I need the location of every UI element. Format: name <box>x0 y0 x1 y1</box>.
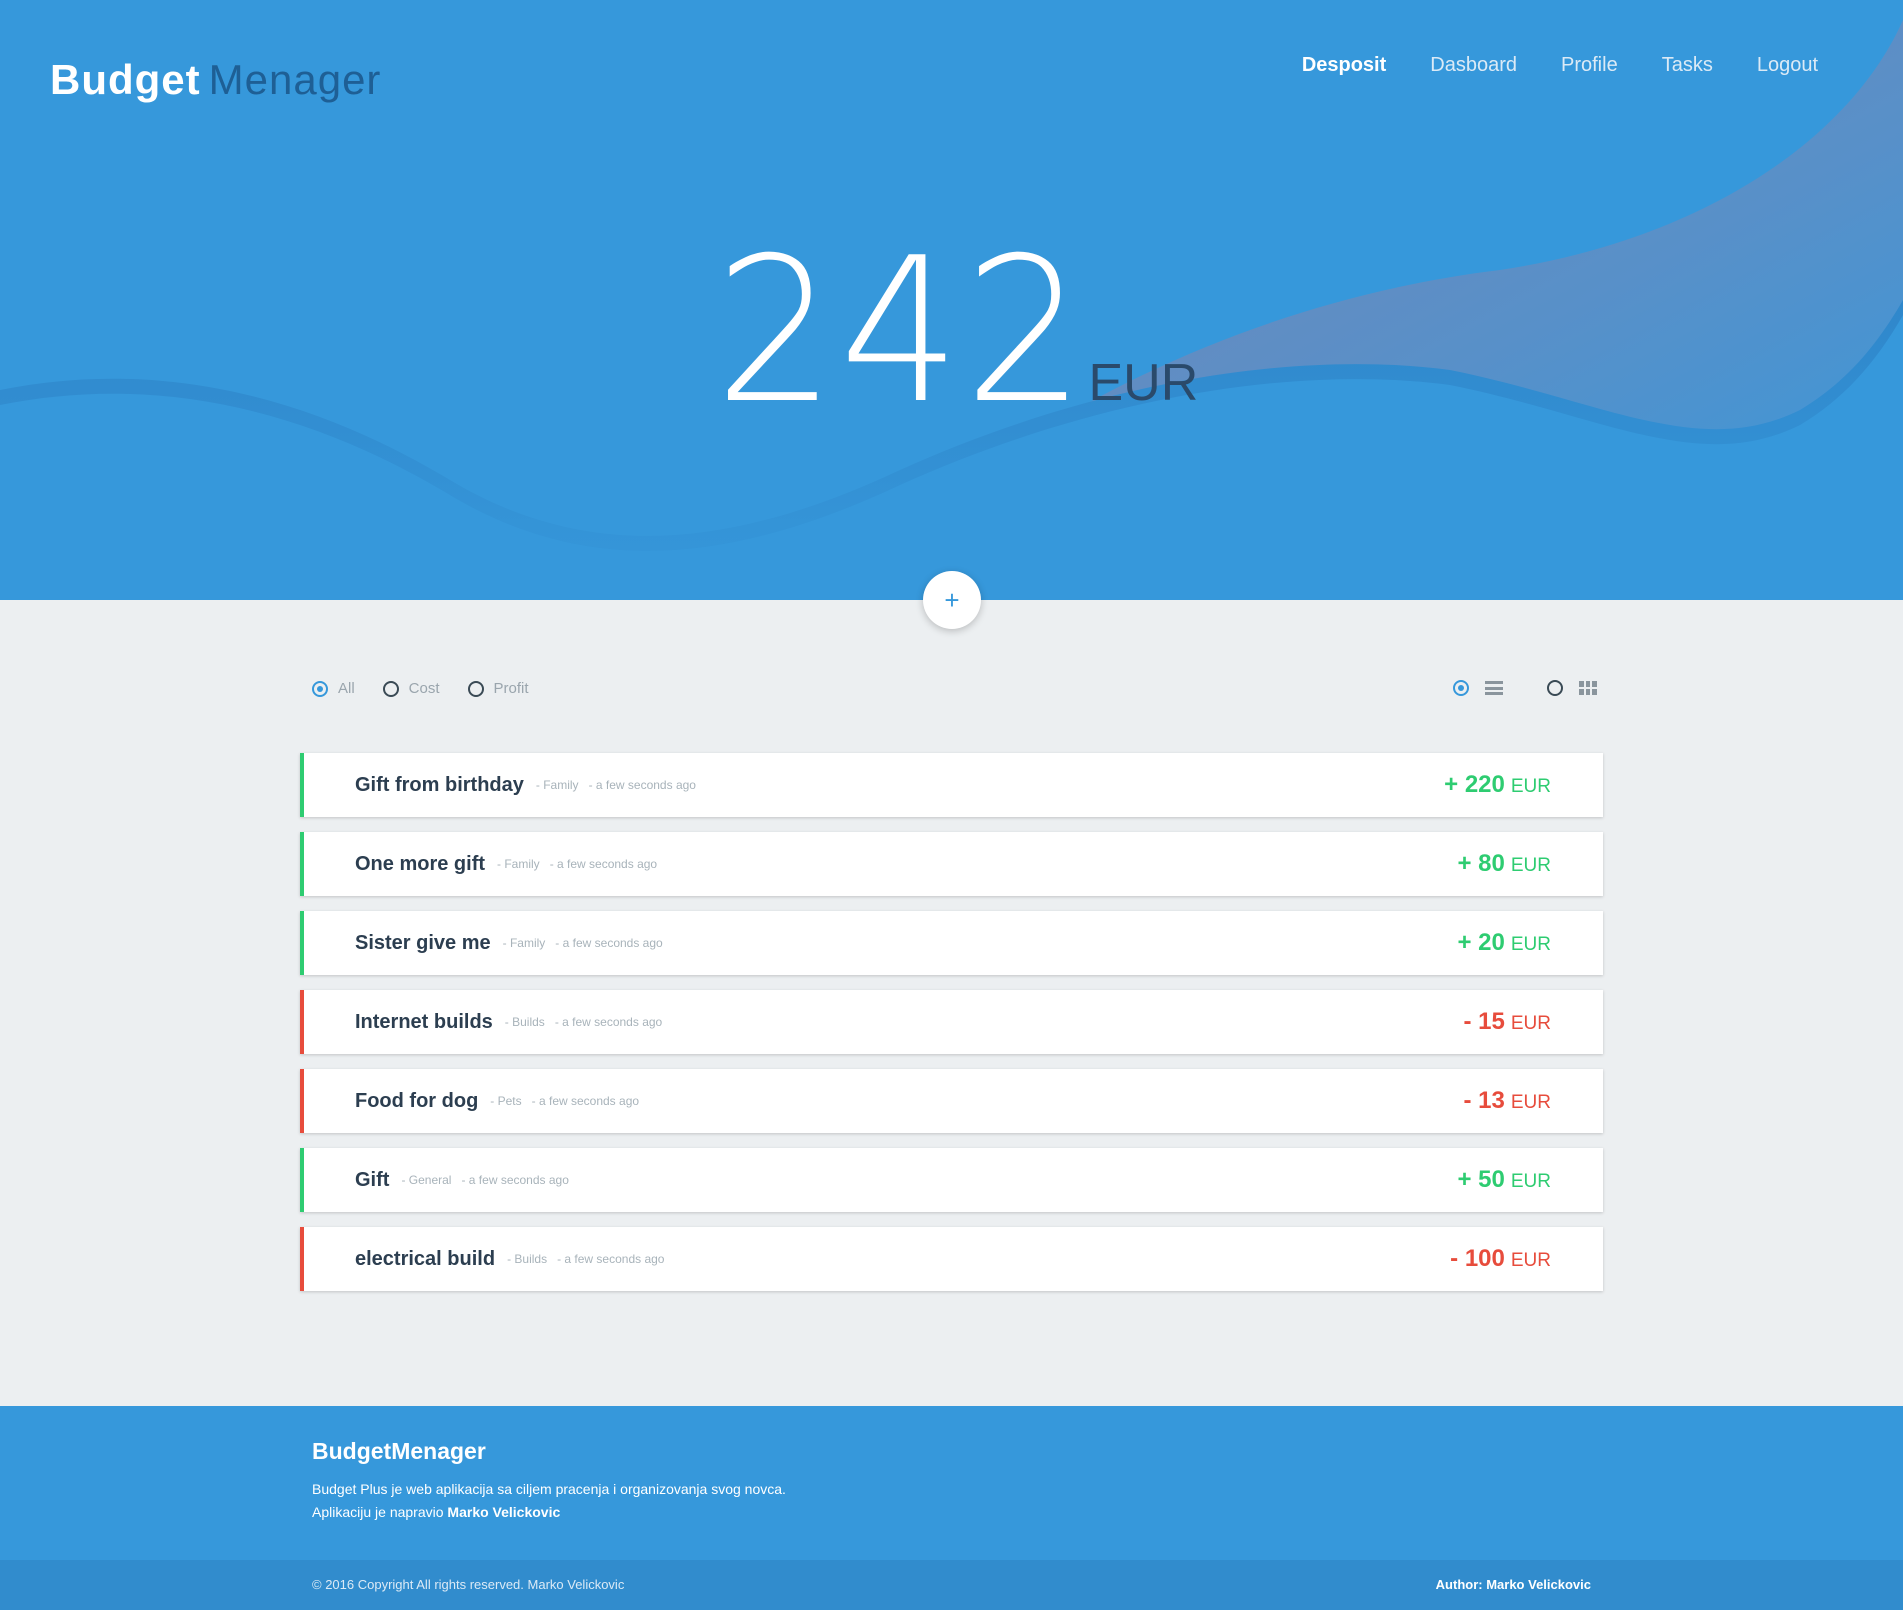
transaction-amount-value: + 50 <box>1457 1166 1505 1193</box>
copyright-bar: © 2016 Copyright All rights reserved. Ma… <box>0 1560 1903 1610</box>
footer-line1: Budget Plus je web aplikacija sa ciljem … <box>312 1481 786 1497</box>
transaction-time: - a few seconds ago <box>461 1173 569 1187</box>
footer-title: BudgetMenager <box>312 1438 486 1464</box>
transaction-amount-value: - 13 <box>1463 1087 1505 1114</box>
radio-icon <box>467 680 484 697</box>
author-credit: Author: Marko Velickovic <box>1435 1577 1591 1592</box>
transaction-amount: + 20 EUR <box>1457 929 1551 957</box>
filter-all[interactable]: All <box>312 680 355 697</box>
site-footer: BudgetMenager Budget Plus je web aplikac… <box>0 1406 1903 1560</box>
transaction-time: - a few seconds ago <box>531 1094 640 1108</box>
radio-icon <box>382 680 399 697</box>
balance-currency: EUR <box>1088 354 1199 412</box>
transaction-category: - Builds <box>507 1252 548 1266</box>
nav-dashboard[interactable]: Dasboard <box>1430 54 1517 77</box>
transaction-amount: + 50 EUR <box>1457 1166 1551 1194</box>
transaction-amount-value: - 100 <box>1450 1245 1505 1272</box>
filter-cost[interactable]: Cost <box>382 680 440 697</box>
transaction-category: - General <box>401 1173 452 1187</box>
view-mode-toggle <box>1453 680 1597 696</box>
balance-display: 242EUR <box>0 232 1903 432</box>
transaction-time: - a few seconds ago <box>557 1252 665 1266</box>
transaction-amount-value: - 15 <box>1463 1008 1505 1035</box>
transaction-category: - Builds <box>504 1015 545 1029</box>
transaction-category: - Family <box>497 857 540 871</box>
brand-part2: Menager <box>208 56 382 103</box>
transaction-currency: EUR <box>1510 1171 1551 1192</box>
transaction-item[interactable]: electrical build - Builds - a few seconds… <box>300 1227 1603 1291</box>
footer-line2-prefix: Aplikaciju je napravio <box>312 1504 444 1520</box>
transaction-title: Gift from birthday <box>355 773 524 796</box>
transaction-amount-value: + 80 <box>1457 850 1505 877</box>
radio-selected-icon <box>1453 680 1469 696</box>
radio-icon <box>1547 680 1563 696</box>
transaction-time: - a few seconds ago <box>588 778 696 792</box>
transaction-item[interactable]: Internet builds - Builds - a few seconds … <box>300 990 1603 1054</box>
transaction-title: Internet builds <box>355 1010 493 1033</box>
filter-cost-label: Cost <box>408 680 440 697</box>
grid-view-icon <box>1579 681 1597 695</box>
transaction-currency: EUR <box>1510 855 1551 876</box>
transaction-title: One more gift <box>355 852 486 875</box>
transaction-meta: - Family - a few seconds ago <box>536 778 706 792</box>
transaction-amount: + 220 EUR <box>1444 771 1551 799</box>
footer-description: Budget Plus je web aplikacija sa ciljem … <box>312 1478 786 1524</box>
transaction-item[interactable]: Sister give me - Family - a few seconds a… <box>300 911 1603 975</box>
brand-logo[interactable]: Budget Menager <box>50 56 381 104</box>
transaction-item[interactable]: Gift - General - a few seconds ago + 50 EU… <box>300 1148 1603 1212</box>
transaction-meta: - Family - a few seconds ago <box>497 857 667 871</box>
copyright-text: © 2016 Copyright All rights reserved. Ma… <box>312 1577 625 1592</box>
hero-header: Budget Menager Desposit Dasboard Profile … <box>0 0 1903 600</box>
view-mode-grid[interactable] <box>1547 680 1597 696</box>
footer-line2: Aplikaciju je napravio Marko Velickovic <box>312 1501 786 1524</box>
filter-profit[interactable]: Profit <box>467 680 529 697</box>
transaction-amount: + 80 EUR <box>1457 850 1551 878</box>
transaction-time: - a few seconds ago <box>549 857 658 871</box>
transaction-currency: EUR <box>1510 1092 1551 1113</box>
nav-deposit[interactable]: Desposit <box>1302 54 1386 77</box>
transaction-meta: - Builds - a few seconds ago <box>507 1252 674 1266</box>
transaction-amount-value: + 20 <box>1457 929 1505 956</box>
list-view-icon <box>1485 681 1503 695</box>
transaction-currency: EUR <box>1510 1013 1551 1034</box>
transaction-meta: - Family - a few seconds ago <box>503 936 673 950</box>
transaction-item[interactable]: One more gift - Family - a few seconds ag… <box>300 832 1603 896</box>
nav-profile[interactable]: Profile <box>1561 54 1618 77</box>
main-nav: Desposit Dasboard Profile Tasks Logout <box>1302 54 1818 77</box>
transaction-time: - a few seconds ago <box>554 1015 663 1029</box>
footer-line2-author: Marko Velickovic <box>447 1504 561 1520</box>
plus-icon: + <box>944 584 960 615</box>
type-filter: All Cost Profit <box>312 680 529 697</box>
transaction-category: - Family <box>502 936 546 950</box>
transaction-category: - Pets <box>490 1094 522 1108</box>
transaction-title: electrical build <box>355 1247 496 1270</box>
transaction-meta: - Builds - a few seconds ago <box>505 1015 672 1029</box>
add-transaction-button[interactable]: + <box>923 571 981 629</box>
view-mode-list[interactable] <box>1453 680 1503 696</box>
transaction-title: Gift <box>355 1168 390 1191</box>
nav-logout[interactable]: Logout <box>1757 54 1818 77</box>
transaction-currency: EUR <box>1510 934 1551 955</box>
transaction-currency: EUR <box>1510 776 1551 797</box>
transaction-title: Sister give me <box>355 931 491 954</box>
transaction-amount: - 13 EUR <box>1464 1087 1551 1115</box>
transaction-item[interactable]: Gift from birthday - Family - a few secon… <box>300 753 1603 817</box>
transaction-category: - Family <box>535 778 579 792</box>
transaction-currency: EUR <box>1510 1250 1551 1271</box>
transaction-list: Gift from birthday - Family - a few secon… <box>300 753 1603 1306</box>
filter-profit-label: Profit <box>493 680 529 697</box>
transaction-amount: - 100 EUR <box>1450 1245 1551 1273</box>
brand-part1: Budget <box>50 56 201 103</box>
transaction-item[interactable]: Food for dog - Pets - a few seconds ago -… <box>300 1069 1603 1133</box>
nav-tasks[interactable]: Tasks <box>1662 54 1713 77</box>
transaction-title: Food for dog <box>355 1089 479 1112</box>
transaction-meta: - Pets - a few seconds ago <box>490 1094 649 1108</box>
radio-selected-icon <box>312 680 328 697</box>
balance-value: 242 <box>714 215 1089 448</box>
transaction-time: - a few seconds ago <box>555 936 663 950</box>
transaction-amount-value: + 220 <box>1444 771 1505 798</box>
filter-all-label: All <box>338 680 355 697</box>
transaction-meta: - General - a few seconds ago <box>401 1173 578 1187</box>
transaction-amount: - 15 EUR <box>1464 1008 1551 1036</box>
